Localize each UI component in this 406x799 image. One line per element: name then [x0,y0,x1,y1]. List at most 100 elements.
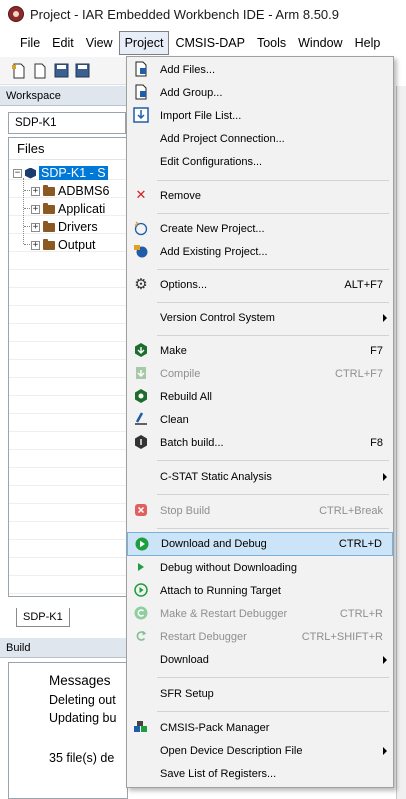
menu-cmsis-dap[interactable]: CMSIS-DAP [169,31,250,55]
menu-remove[interactable]: ✕ Remove [127,184,393,207]
menu-import-file-list[interactable]: Import File List... [127,104,393,127]
workspace-header: Workspace [0,86,128,106]
menu-add-existing-project[interactable]: Add Existing Project... [127,240,393,263]
menu-add-project-connection[interactable]: Add Project Connection... [127,127,393,150]
save-icon[interactable] [52,62,70,80]
menu-shortcut: CTRL+F7 [335,367,383,380]
build-header: Build [0,638,128,658]
menu-label: Batch build... [160,436,224,449]
workspace-tab[interactable]: SDP-K1 [16,608,70,627]
new-file-icon[interactable] [10,62,28,80]
menu-edit[interactable]: Edit [46,31,80,55]
menu-window[interactable]: Window [292,31,348,55]
tree-connector [24,190,30,191]
folder-icon [43,184,55,196]
window-title: Project - IAR Embedded Workbench IDE - A… [30,6,340,22]
tree-connector [24,244,30,245]
tree-connector [24,226,30,227]
menu-label: Import File List... [160,109,242,122]
clean-icon [133,411,149,427]
menu-separator [157,677,389,678]
folder-icon [43,202,55,214]
menu-edit-configurations[interactable]: Edit Configurations... [127,150,393,173]
menu-label: Remove [160,189,201,202]
menu-shortcut: CTRL+R [339,607,383,620]
open-file-icon[interactable] [31,62,49,80]
menu-add-group[interactable]: Add Group... [127,81,393,104]
expand-icon[interactable]: + [31,240,40,250]
menu-stop-build[interactable]: Stop Build CTRL+Break [127,499,393,522]
menu-cmsis-pack-manager[interactable]: CMSIS-Pack Manager [127,716,393,739]
menu-version-control-system[interactable]: Version Control System [127,306,393,329]
menu-label: Open Device Description File [160,744,303,757]
project-icon [25,167,36,179]
menu-label: Version Control System [160,311,275,324]
menu-label: Restart Debugger [160,630,247,643]
collapse-icon[interactable]: − [13,168,22,178]
menu-view[interactable]: View [80,31,119,55]
menu-download-and-debug[interactable]: Download and Debug CTRL+D [127,532,393,556]
menu-separator [157,711,389,712]
tree-item-application[interactable]: + Applicati [31,200,127,218]
batch-build-icon [133,434,149,450]
tree-item-label: Output [58,238,96,252]
menu-c-stat-static-analysis[interactable]: C-STAT Static Analysis [127,465,393,488]
save-all-icon[interactable] [73,62,91,80]
expand-icon[interactable]: + [31,222,40,232]
tree-connector [24,208,30,209]
menu-open-device-description-file[interactable]: Open Device Description File [127,739,393,762]
add-files-icon [133,61,149,77]
menu-make-restart-debugger[interactable]: Make & Restart Debugger CTRL+R [127,602,393,625]
toolbar [0,57,130,85]
submenu-arrow-icon [383,313,387,322]
menu-label: Compile [160,367,201,380]
menu-batch-build[interactable]: Batch build... F8 [127,431,393,454]
menu-label: Options... [160,278,208,291]
tree-item-label: Drivers [58,220,98,234]
menu-download[interactable]: Download [127,648,393,671]
menu-restart-debugger[interactable]: Restart Debugger CTRL+SHIFT+R [127,625,393,648]
menu-save-list-of-registers[interactable]: Save List of Registers... [127,762,393,785]
expand-icon[interactable]: + [31,204,40,214]
menu-rebuild-all[interactable]: Rebuild All [127,385,393,408]
restart-icon [133,628,149,644]
make-icon [133,342,149,358]
tree-item-project[interactable]: − SDP-K1 - S [13,164,127,182]
menu-sfr-setup[interactable]: SFR Setup [127,682,393,705]
expand-icon[interactable]: + [31,186,40,196]
menu-attach-to-running-target[interactable]: Attach to Running Target [127,579,393,602]
menu-options[interactable]: ⚙ Options... ALT+F7 [127,273,393,296]
menu-shortcut: CTRL+Break [319,504,383,517]
menu-label: SFR Setup [160,687,214,700]
tree-item-drivers[interactable]: + Drivers [31,218,127,236]
menu-label: Edit Configurations... [160,155,263,168]
menu-bar: File Edit View Project CMSIS-DAP Tools W… [0,30,406,56]
tree-item-output[interactable]: + Output [31,236,127,254]
build-messages-panel: Messages Deleting out Updating bu 35 fil… [8,662,128,799]
menu-create-new-project[interactable]: Create New Project... [127,217,393,240]
menu-separator [157,494,389,495]
compile-icon [133,365,149,381]
workspace-config-select[interactable]: SDP-K1 [8,112,126,134]
menu-help[interactable]: Help [349,31,387,55]
tree-item-label: Applicati [58,202,106,216]
menu-label: Add Project Connection... [160,132,285,145]
menu-debug-without-downloading[interactable]: Debug without Downloading [127,556,393,579]
menu-shortcut: CTRL+SHIFT+R [301,630,383,643]
menu-file[interactable]: File [14,31,46,55]
menu-label: Add Files... [160,63,216,76]
attach-icon [133,582,149,598]
menu-shortcut: F8 [370,436,383,449]
files-column-header: Files [9,138,127,160]
menu-project[interactable]: Project [118,31,170,55]
menu-make[interactable]: Make F7 [127,339,393,362]
menu-shortcut: CTRL+D [338,538,382,550]
menu-label: Save List of Registers... [160,767,277,780]
menu-add-files[interactable]: Add Files... [127,58,393,81]
menu-clean[interactable]: Clean [127,408,393,431]
menu-compile[interactable]: Compile CTRL+F7 [127,362,393,385]
menu-label: Download [160,653,209,666]
menu-tools[interactable]: Tools [251,31,292,55]
submenu-arrow-icon [383,655,387,664]
tree-item-adbms[interactable]: + ADBMS6 [31,182,127,200]
